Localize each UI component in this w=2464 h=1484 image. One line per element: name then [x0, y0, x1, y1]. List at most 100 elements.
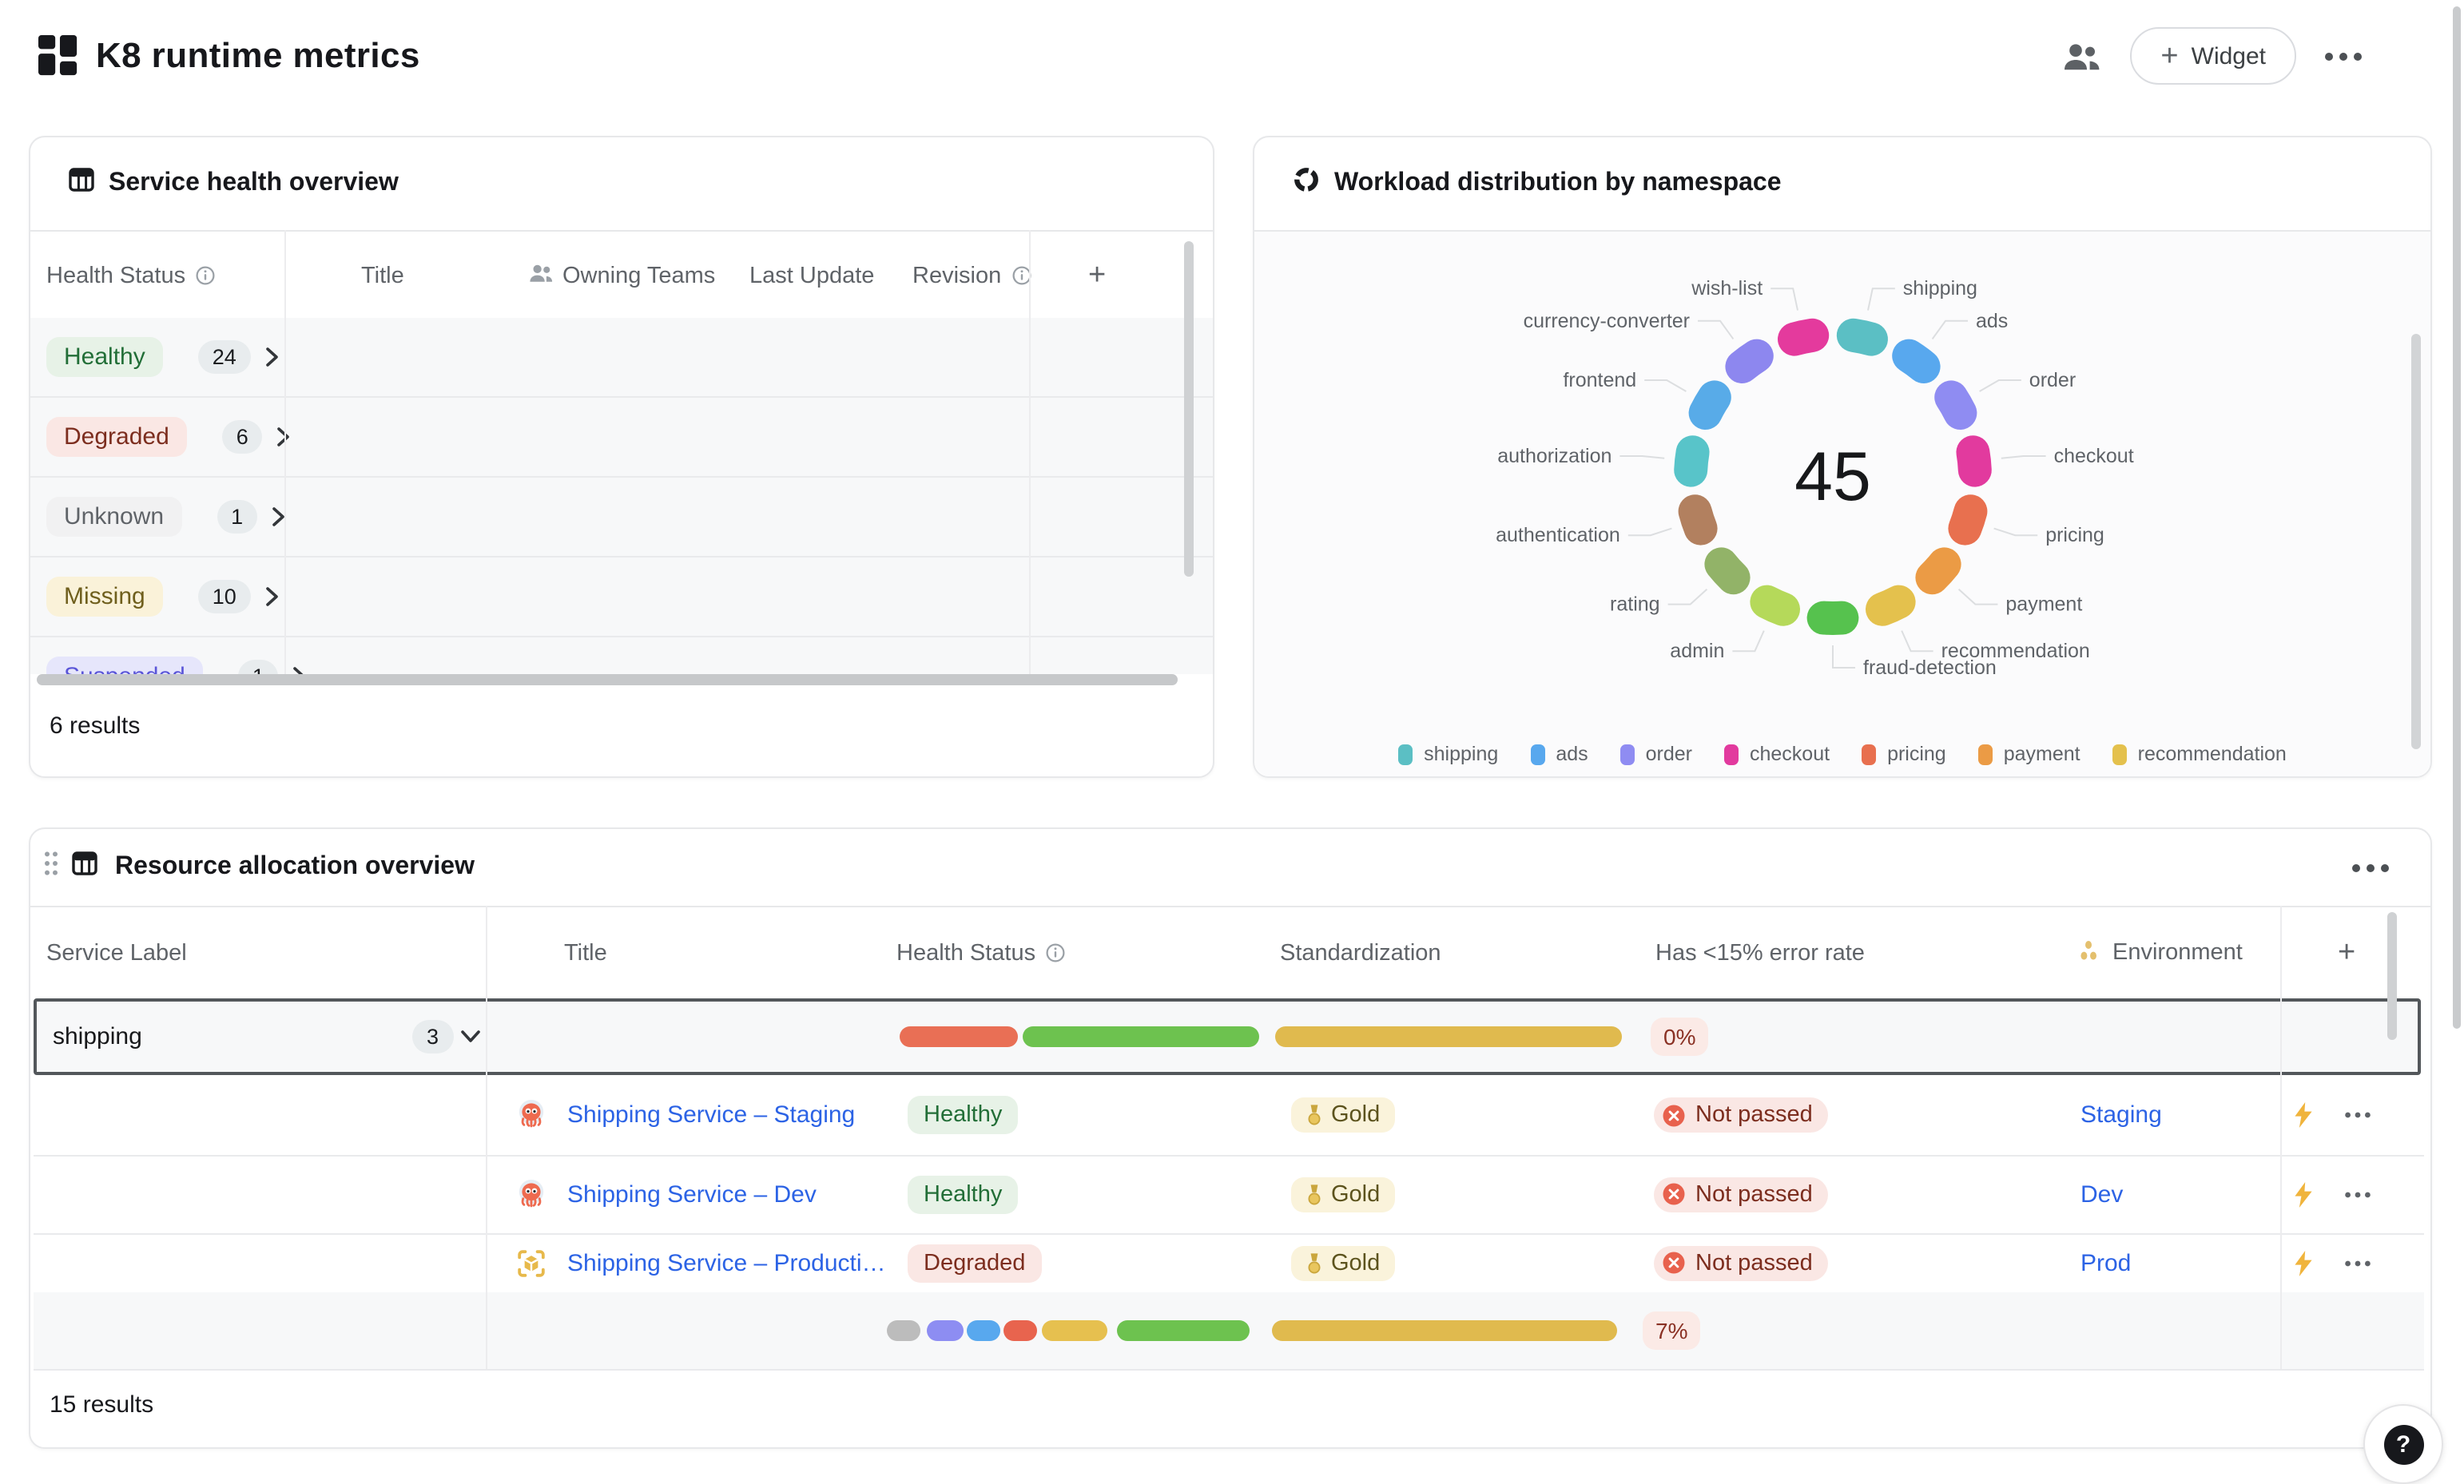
collapsed-group-row[interactable]: 7% — [34, 1292, 2424, 1371]
panel-title: Resource allocation overview — [115, 853, 475, 882]
service-title-link[interactable]: Shipping Service – Producti… — [567, 1249, 886, 1276]
legend-item-ads: ads — [1530, 743, 1588, 765]
chevron-down-icon[interactable] — [460, 1030, 481, 1044]
panel-header: Service health overview — [30, 137, 1213, 230]
service-row-staging[interactable]: Shipping Service – StagingHealthyGoldNot… — [34, 1075, 2424, 1157]
donut-label-fraud-detection: fraud-detection — [1863, 657, 1997, 679]
donut-label-currency-converter: currency-converter — [1524, 310, 1690, 332]
column-label: + — [2338, 935, 2355, 970]
chart-scrollbar[interactable] — [2411, 334, 2421, 749]
environment-link[interactable]: Dev — [2080, 1180, 2123, 1208]
donut-segment-payment[interactable] — [1932, 564, 1944, 577]
label-leader-line — [1644, 380, 1686, 391]
service-row-dev[interactable]: Shipping Service – DevHealthyGoldNot pas… — [34, 1155, 2424, 1235]
legend-label: order — [1646, 743, 1692, 765]
panel-header: Resource allocation overview — [30, 829, 2430, 906]
donut-center-value: 45 — [1794, 438, 1871, 515]
lightning-bolt-icon[interactable] — [2293, 1180, 2314, 1208]
status-badge: Missing — [46, 577, 163, 617]
standardization-label: Gold — [1331, 1181, 1380, 1207]
standardization-bar — [1272, 1320, 1617, 1341]
info-icon[interactable] — [1045, 942, 1066, 963]
donut-segment-authorization[interactable] — [1691, 452, 1692, 470]
error-rate-check-label: Not passed — [1695, 1250, 1813, 1276]
donut-chart[interactable]: shippingadsordercheckoutpricingpaymentre… — [1254, 232, 2430, 781]
health-status-row-unknown[interactable]: Unknown1 — [30, 478, 1213, 557]
legend-label: ads — [1556, 743, 1588, 765]
label-leader-line — [1668, 589, 1707, 605]
page-scrollbar[interactable] — [2453, 6, 2461, 1029]
donut-label-checkout: checkout — [2054, 445, 2134, 467]
donut-segment-authentication[interactable] — [1695, 511, 1701, 528]
chevron-right-icon[interactable] — [265, 586, 280, 607]
table-vertical-scrollbar[interactable] — [1184, 241, 1194, 577]
resources-add-column-button[interactable]: + — [2338, 935, 2355, 970]
row-more-options-icon[interactable] — [2344, 1259, 2371, 1267]
service-title-link[interactable]: Shipping Service – Dev — [567, 1180, 817, 1208]
chevron-right-icon[interactable] — [293, 666, 308, 674]
legend-label: payment — [2004, 743, 2080, 765]
health-add-column-button[interactable]: + — [1088, 258, 1106, 293]
group-row-shipping[interactable]: shipping 3 0% — [34, 998, 2421, 1075]
health-distribution-bar — [900, 1026, 1018, 1047]
column-label: Last Update — [749, 263, 874, 288]
add-widget-button[interactable]: + Widget — [2130, 27, 2296, 85]
donut-label-authentication: authentication — [1496, 524, 1620, 546]
donut-segment-recommendation[interactable] — [1882, 602, 1899, 609]
x-circle-icon — [1662, 1251, 1686, 1275]
legend-label: checkout — [1750, 743, 1830, 765]
error-rate-check-badge: Not passed — [1654, 1097, 1829, 1133]
health-status-row-degraded[interactable]: Degraded6 — [30, 398, 1213, 478]
donut-segment-currency-converter[interactable] — [1742, 356, 1756, 367]
environment-link[interactable]: Staging — [2080, 1101, 2162, 1129]
health-column-header-health-status: Health Status — [46, 263, 216, 288]
count-badge: 24 — [198, 340, 251, 374]
donut-segment-shipping[interactable] — [1854, 335, 1871, 339]
legend-label: shipping — [1424, 743, 1498, 765]
health-status-row-missing[interactable]: Missing10 — [30, 557, 1213, 637]
legend-item-shipping: shipping — [1398, 743, 1498, 765]
row-more-options-icon[interactable] — [2344, 1190, 2371, 1198]
donut-segment-admin[interactable] — [1767, 602, 1783, 609]
chevron-right-icon[interactable] — [265, 347, 280, 367]
column-label: Title — [361, 263, 404, 288]
drag-handle-icon[interactable] — [43, 850, 59, 885]
panel-title: Workload distribution by namespace — [1334, 169, 1782, 198]
donut-label-pricing: pricing — [2045, 524, 2104, 546]
resources-column-header-health-status: Health Status — [896, 940, 1066, 966]
table-icon — [69, 168, 94, 200]
donut-segment-order[interactable] — [1951, 397, 1960, 413]
column-divider — [2280, 906, 2282, 1369]
column-label: Has <15% error rate — [1655, 940, 1865, 966]
dashboard: K8 runtime metrics + Widget Service heal… — [0, 0, 2464, 1479]
health-status-row-healthy[interactable]: Healthy24 — [30, 318, 1213, 398]
row-more-options-icon[interactable] — [2344, 1111, 2371, 1119]
column-label: Owning Teams — [562, 263, 715, 288]
health-status-row-suspended[interactable]: Suspended1 — [30, 637, 1213, 674]
donut-segment-frontend[interactable] — [1706, 397, 1715, 413]
legend-item-pricing: pricing — [1862, 743, 1946, 765]
donut-segment-wish-list[interactable] — [1794, 335, 1812, 339]
donut-segment-pricing[interactable] — [1965, 511, 1970, 528]
donut-segment-ads[interactable] — [1909, 356, 1923, 367]
table-horizontal-scrollbar[interactable] — [30, 674, 1213, 685]
panel-more-options-icon[interactable] — [2352, 863, 2389, 871]
lightning-bolt-icon[interactable] — [2293, 1101, 2314, 1129]
donut-segment-checkout[interactable] — [1973, 452, 1974, 470]
donut-chart-area: shippingadsordercheckoutpricingpaymentre… — [1254, 230, 2430, 776]
table-vertical-scrollbar[interactable] — [2387, 912, 2397, 1040]
resources-column-header-has-15-error-rate: Has <15% error rate — [1655, 940, 1865, 966]
lightning-bolt-icon[interactable] — [2293, 1249, 2314, 1276]
environment-link[interactable]: Prod — [2080, 1249, 2131, 1276]
donut-segment-rating[interactable] — [1721, 564, 1733, 577]
help-button[interactable]: ? — [2363, 1404, 2443, 1484]
add-widget-label: Widget — [2192, 42, 2266, 69]
service-title-link[interactable]: Shipping Service – Staging — [567, 1101, 855, 1129]
service-row-prod[interactable]: Shipping Service – Producti…DegradedGold… — [34, 1233, 2424, 1292]
info-icon[interactable] — [195, 265, 216, 286]
health-distribution-pill — [1117, 1320, 1250, 1341]
more-options-icon[interactable] — [2325, 52, 2362, 60]
legend-swatch — [1978, 744, 1993, 764]
share-users-icon[interactable] — [2063, 42, 2101, 69]
group-label: shipping — [53, 1023, 142, 1050]
